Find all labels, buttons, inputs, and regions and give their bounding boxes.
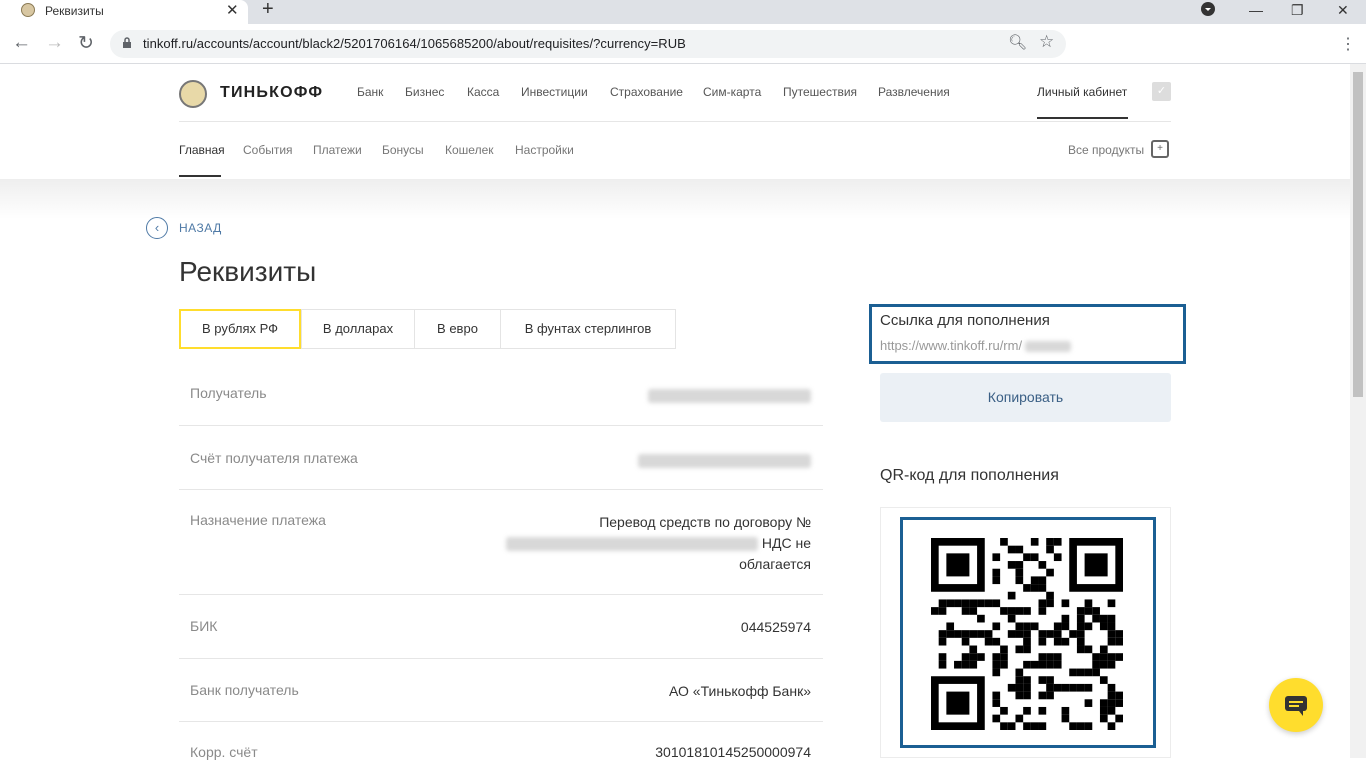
replenish-link-url[interactable]: https://www.tinkoff.ru/rm/ (880, 338, 1072, 353)
nav-travel[interactable]: Путешествия (783, 85, 857, 99)
header-divider (179, 121, 1171, 122)
row-bik: БИК 044525974 (179, 595, 823, 659)
omnibox[interactable]: tinkoff.ru/accounts/account/black2/52017… (110, 30, 1066, 58)
browser-tab-strip: Реквизиты ✕ + — ❐ ✕ (0, 0, 1366, 24)
minimize-icon[interactable]: — (1249, 2, 1263, 18)
purpose-line-3: облагается (739, 556, 811, 572)
row-recipient: Получатель (179, 361, 823, 426)
back-link[interactable]: НАЗАД (179, 221, 222, 235)
bank-value[interactable]: АО «Тинькофф Банк» (669, 683, 811, 699)
new-tab-plus-icon[interactable]: + (262, 0, 274, 21)
nav-investments[interactable]: Инвестиции (521, 85, 588, 99)
tab-euro[interactable]: В евро (414, 309, 501, 349)
header-shadow (0, 179, 1350, 219)
qr-code-icon (931, 538, 1123, 730)
page-title: Реквизиты (179, 256, 317, 287)
row-label: Назначение платежа (190, 512, 326, 528)
nav-insurance[interactable]: Страхование (610, 85, 683, 99)
all-products-icon[interactable]: + (1151, 140, 1169, 158)
subnav-payments[interactable]: Платежи (313, 143, 362, 157)
purpose-line-2-text: НДС не (761, 535, 811, 551)
subnav-active-underline (179, 175, 221, 177)
nav-bank[interactable]: Банк (357, 85, 383, 99)
subnav-settings[interactable]: Настройки (515, 143, 574, 157)
user-menu-icon[interactable]: ✓ (1152, 82, 1171, 101)
purpose-line-1: Перевод средств по договору № (599, 514, 811, 530)
tab-dollars[interactable]: В долларах (301, 309, 415, 349)
replenish-link-url-text: https://www.tinkoff.ru/rm/ (880, 338, 1023, 353)
tab-pounds[interactable]: В фунтах стерлингов (500, 309, 676, 349)
qr-code-frame (900, 517, 1156, 748)
logo-text[interactable]: ТИНЬКОФФ (220, 84, 323, 102)
window-close-icon[interactable]: ✕ (1337, 2, 1349, 19)
row-label: Получатель (190, 385, 267, 401)
tab-title: Реквизиты (45, 4, 104, 18)
account-value-redacted (638, 452, 811, 469)
row-corr-account: Корр. счёт 30101810145250000974 (179, 722, 823, 782)
tinkoff-logo-icon[interactable] (179, 80, 207, 108)
purpose-value: Перевод средств по договору № НДС не обл… (505, 512, 811, 575)
nav-kassa[interactable]: Касса (467, 85, 499, 99)
nav-entertainment[interactable]: Развлечения (878, 85, 950, 99)
menu-kebab-icon[interactable]: ⋮ (1340, 34, 1356, 54)
row-bank: Банк получатель АО «Тинькофф Банк» (179, 659, 823, 722)
page-content: ТИНЬКОФФ Банк Бизнес Касса Инвестиции Ст… (0, 64, 1350, 760)
scrollbar[interactable] (1350, 64, 1366, 758)
bik-value[interactable]: 044525974 (741, 619, 811, 635)
profile-dropdown-icon[interactable] (1200, 1, 1216, 20)
recipient-value-redacted (648, 387, 811, 404)
chat-bubble-icon (1285, 696, 1307, 716)
copy-button[interactable]: Копировать (880, 373, 1171, 422)
address-toolbar: ← → ↻ tinkoff.ru/accounts/account/black2… (0, 24, 1366, 64)
chat-button[interactable] (1269, 678, 1323, 732)
replenish-link-box: Ссылка для пополнения https://www.tinkof… (869, 304, 1186, 364)
restore-icon[interactable]: ❐ (1291, 2, 1304, 19)
all-products-link[interactable]: Все продукты (1068, 143, 1144, 157)
cabinet-underline (1037, 117, 1128, 119)
purpose-line-2: НДС не (505, 533, 811, 554)
tab-rubles[interactable]: В рублях РФ (179, 309, 301, 349)
subnav-bonuses[interactable]: Бонусы (382, 143, 424, 157)
forward-arrow-icon[interactable]: → (45, 32, 64, 54)
zoom-icon[interactable]: 🔍︎ (1008, 33, 1027, 51)
nav-business[interactable]: Бизнес (405, 85, 444, 99)
tab-close-icon[interactable]: ✕ (226, 1, 239, 19)
subnav-wallet[interactable]: Кошелек (445, 143, 494, 157)
row-purpose: Назначение платежа Перевод средств по до… (179, 490, 823, 595)
subnav-events[interactable]: События (243, 143, 293, 157)
reload-icon[interactable]: ↻ (78, 32, 94, 55)
tinkoff-favicon-icon (21, 3, 35, 17)
personal-cabinet-link[interactable]: Личный кабинет (1037, 85, 1127, 99)
nav-sim[interactable]: Сим-карта (703, 85, 761, 99)
replenish-link-title: Ссылка для пополнения (880, 312, 1050, 329)
bookmark-star-icon[interactable]: ☆ (1039, 32, 1054, 52)
back-arrow-icon[interactable]: ← (12, 32, 31, 54)
browser-tab[interactable]: Реквизиты ✕ (0, 0, 248, 24)
lock-icon (122, 37, 132, 52)
row-label: Счёт получателя платежа (190, 450, 358, 466)
qr-title: QR-код для пополнения (880, 467, 1059, 484)
back-circle-icon[interactable]: ‹ (146, 217, 168, 239)
url-text: tinkoff.ru/accounts/account/black2/52017… (143, 36, 686, 51)
row-account: Счёт получателя платежа (179, 426, 823, 490)
row-label: Банк получатель (190, 682, 299, 698)
subnav-main[interactable]: Главная (179, 143, 225, 157)
scrollbar-thumb[interactable] (1353, 72, 1363, 397)
row-label: БИК (190, 618, 218, 634)
